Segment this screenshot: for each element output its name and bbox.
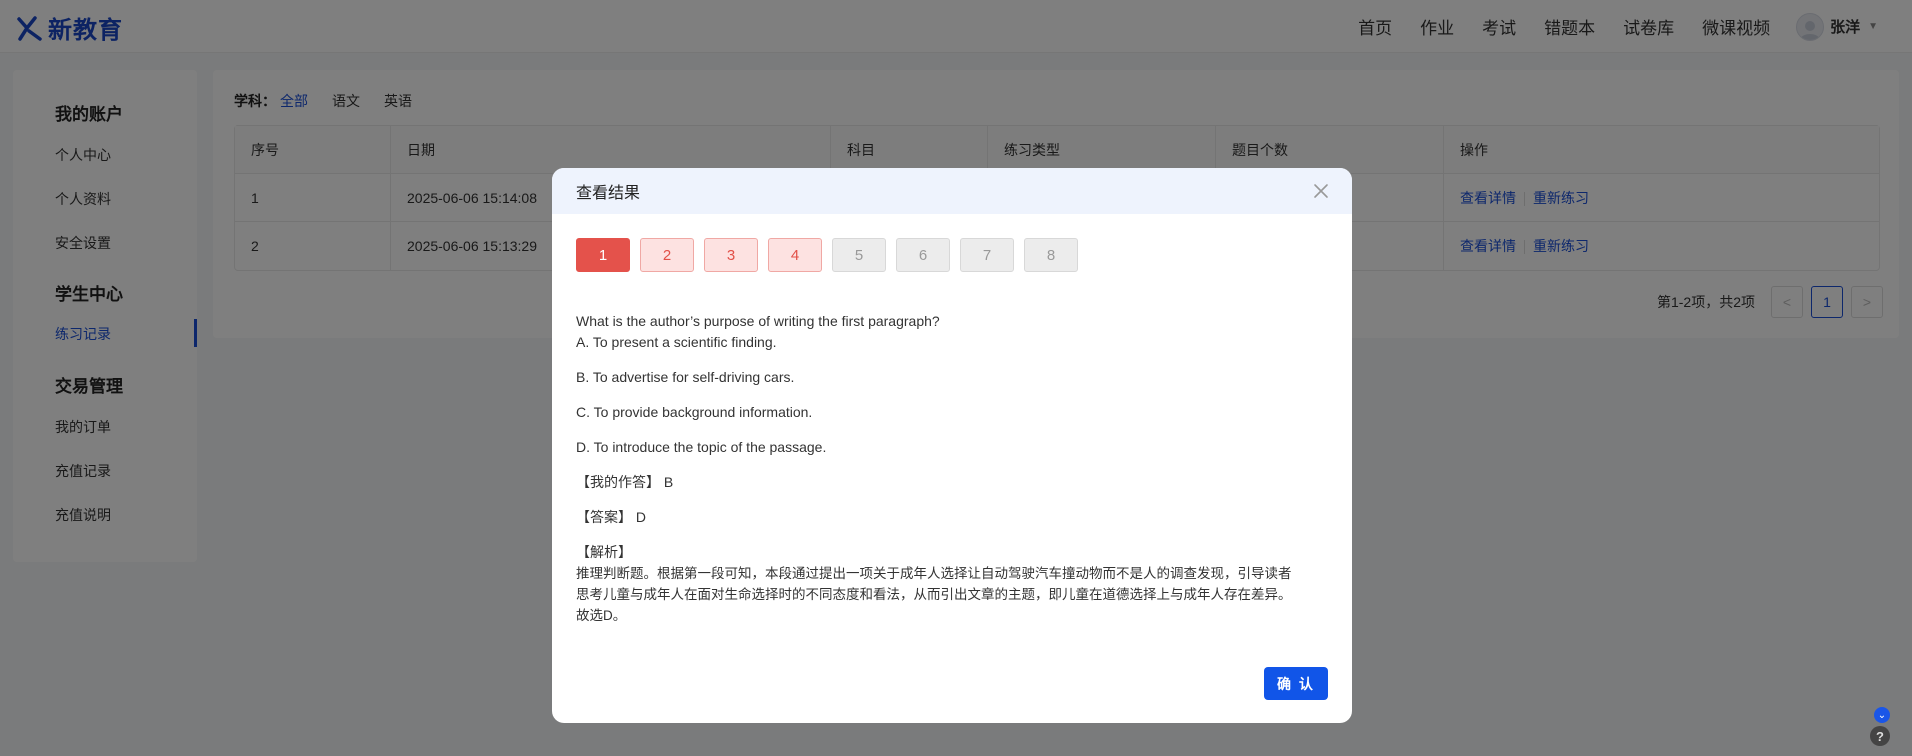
answer-label: 【答案】: [576, 509, 632, 525]
option-d: D. To introduce the topic of the passage…: [576, 439, 827, 455]
result-modal: 查看结果 1 2 3 4 5 6 7 8 What is the author’…: [552, 168, 1352, 723]
modal-title: 查看结果: [576, 185, 641, 202]
question-body: What is the author’s purpose of writing …: [576, 311, 1336, 626]
confirm-button[interactable]: 确 认: [1264, 667, 1328, 700]
question-number-button[interactable]: 8: [1024, 238, 1078, 272]
question-number-button[interactable]: 3: [704, 238, 758, 272]
question-number-button[interactable]: 6: [896, 238, 950, 272]
analysis-line: 思考儿童与成年人在面对生命选择时的不同态度和看法，从而引出文章的主题，即儿童在道…: [576, 587, 1292, 602]
question-text: What is the author’s purpose of writing …: [576, 313, 940, 329]
analysis-line: 故选D。: [576, 608, 627, 623]
analysis-label: 【解析】: [576, 544, 632, 560]
question-number-button[interactable]: 5: [832, 238, 886, 272]
my-answer-value: B: [663, 474, 674, 490]
question-number-bar: 1 2 3 4 5 6 7 8: [576, 238, 1088, 272]
close-icon[interactable]: [1310, 180, 1332, 202]
my-answer-label: 【我的作答】: [576, 474, 660, 490]
option-b: B. To advertise for self-driving cars.: [576, 369, 795, 385]
question-number-button[interactable]: 2: [640, 238, 694, 272]
correct-answer: 【答案】 D: [576, 507, 1336, 528]
option-c: C. To provide background information.: [576, 404, 813, 420]
help-icon[interactable]: ?: [1870, 726, 1890, 746]
question-number-button[interactable]: 4: [768, 238, 822, 272]
collapse-badge-icon[interactable]: ⌄: [1874, 707, 1890, 723]
modal-header: 查看结果: [552, 168, 1352, 214]
question-number-button[interactable]: 1: [576, 238, 630, 272]
my-answer: 【我的作答】 B: [576, 472, 1336, 493]
option-a: A. To present a scientific finding.: [576, 334, 777, 350]
answer-value: D: [635, 509, 647, 525]
analysis-line: 推理判断题。根据第一段可知，本段通过提出一项关于成年人选择让自动驾驶汽车撞动物而…: [576, 566, 1292, 581]
question-number-button[interactable]: 7: [960, 238, 1014, 272]
